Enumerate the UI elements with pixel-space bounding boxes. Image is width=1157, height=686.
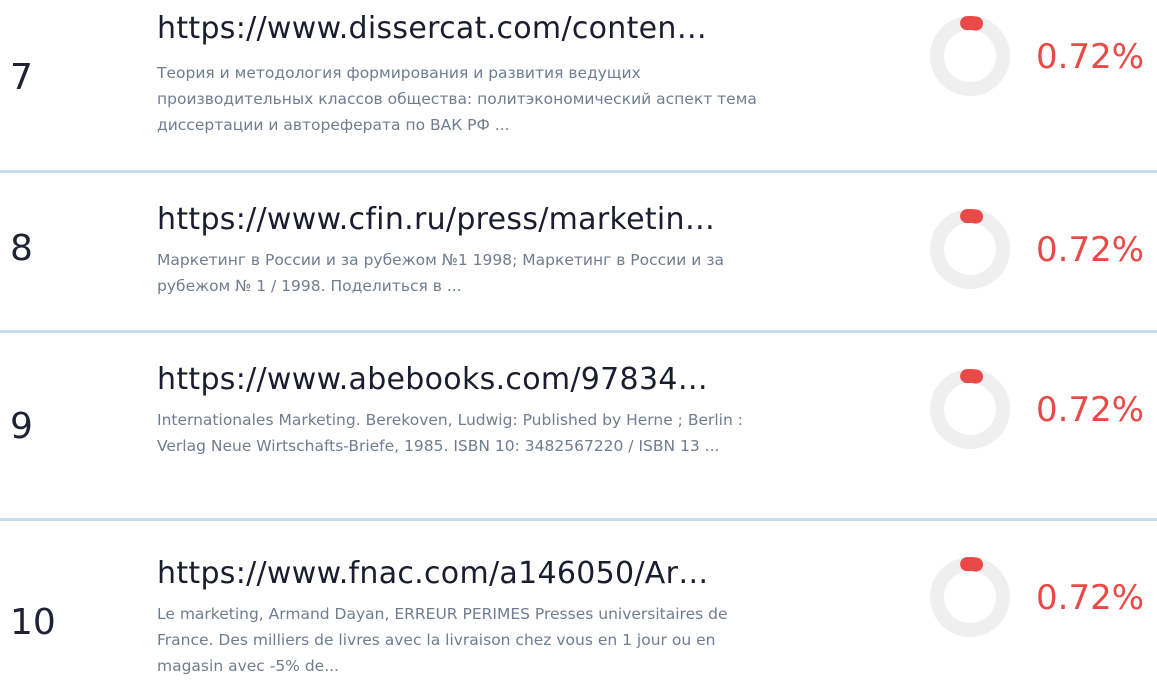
result-row-8: 8 https://www.cfin.ru/press/marketin… Ма… bbox=[0, 173, 1157, 330]
percentage-donut-chart bbox=[930, 369, 1010, 449]
result-description: Le marketing, Armand Dayan, ERREUR PERIM… bbox=[157, 605, 728, 675]
result-row-9: 9 https://www.abebooks.com/97834… Intern… bbox=[0, 333, 1157, 518]
result-url-link[interactable]: https://www.dissercat.com/conten… bbox=[157, 12, 757, 47]
percentage-value: 0.72% bbox=[1036, 578, 1145, 618]
percentage-donut-chart bbox=[930, 557, 1010, 637]
donut-track bbox=[930, 16, 1010, 96]
rank-number: 8 bbox=[10, 228, 33, 269]
rank-number: 9 bbox=[10, 406, 33, 447]
donut-track bbox=[930, 369, 1010, 449]
result-row-7: 7 https://www.dissercat.com/conten… Теор… bbox=[0, 0, 1157, 170]
percentage-donut-chart bbox=[930, 209, 1010, 289]
result-description: Маркетинг в России и за рубежом №1 1998;… bbox=[157, 251, 724, 295]
result-description: Теория и методология формирования и разв… bbox=[157, 64, 757, 134]
result-url-link[interactable]: https://www.fnac.com/a146050/Ar… bbox=[157, 557, 757, 592]
rank-number: 7 bbox=[10, 57, 33, 98]
result-row-10: 10 https://www.fnac.com/a146050/Ar… Le m… bbox=[0, 521, 1157, 686]
donut-track bbox=[930, 209, 1010, 289]
percentage-donut-chart bbox=[930, 16, 1010, 96]
percentage-value: 0.72% bbox=[1036, 230, 1145, 270]
percentage-value: 0.72% bbox=[1036, 390, 1145, 430]
percentage-value: 0.72% bbox=[1036, 37, 1145, 77]
result-url-link[interactable]: https://www.abebooks.com/97834… bbox=[157, 363, 757, 398]
rank-number: 10 bbox=[10, 602, 56, 643]
result-description: Internationales Marketing. Berekoven, Lu… bbox=[157, 411, 743, 455]
donut-track bbox=[930, 557, 1010, 637]
result-url-link[interactable]: https://www.cfin.ru/press/marketin… bbox=[157, 203, 757, 238]
